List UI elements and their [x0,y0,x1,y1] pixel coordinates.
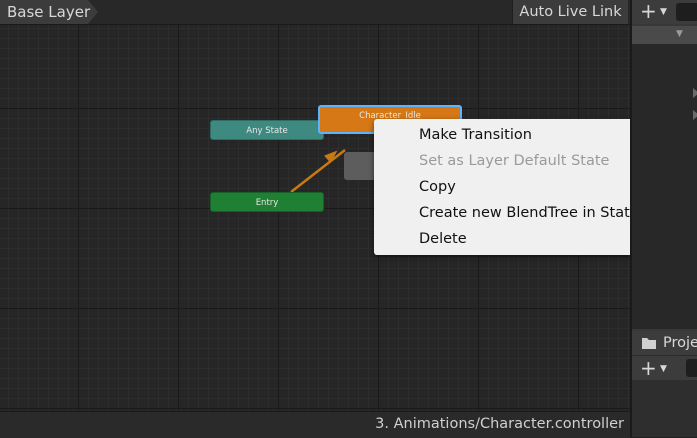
state-node-entry[interactable]: Entry [210,192,324,212]
add-icon[interactable]: + [640,1,657,21]
right-panel: + ▼ ▼ Proje + ▼ [630,0,697,437]
parameters-list [632,44,697,329]
controller-path: 3. Animations/Character.controller [375,416,624,432]
search-field[interactable] [686,359,697,377]
project-toolbar: + ▼ [632,355,697,380]
animator-toolbar: Base Layer Auto Live Link [0,0,630,25]
expand-arrow-icon[interactable] [693,110,697,120]
menu-item-create-blendtree[interactable]: Create new BlendTree in State [419,203,639,223]
menu-item-copy[interactable]: Copy [419,177,456,197]
search-field[interactable] [676,3,697,21]
auto-live-link-button[interactable]: Auto Live Link [512,0,628,24]
foldout-arrow-icon[interactable]: ▼ [676,29,683,39]
chevron-down-icon[interactable]: ▼ [660,7,667,17]
folder-icon [642,338,656,349]
status-bar: 3. Animations/Character.controller [0,411,630,438]
add-icon[interactable]: + [640,358,657,378]
project-browser [632,380,697,437]
parameters-header: ▼ [632,26,697,44]
menu-item-make-transition[interactable]: Make Transition [419,125,532,145]
layer-breadcrumb[interactable]: Base Layer [0,0,98,24]
parameters-toolbar: + ▼ [632,0,697,24]
state-node-any-state[interactable]: Any State [210,120,324,140]
expand-arrow-icon[interactable] [693,88,697,98]
project-tab[interactable]: Proje [632,331,697,355]
menu-item-delete[interactable]: Delete [419,229,467,249]
chevron-down-icon[interactable]: ▼ [660,364,667,374]
menu-item-set-default-state: Set as Layer Default State [419,153,610,169]
project-tab-label: Proje [663,335,697,351]
